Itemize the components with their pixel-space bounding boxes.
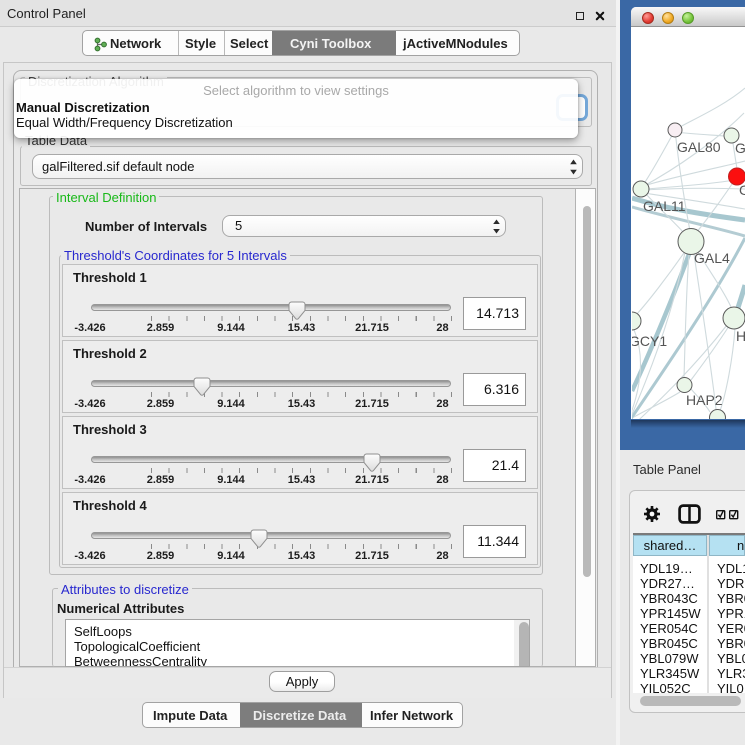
svg-text:GCY1: GCY1 — [632, 333, 667, 349]
svg-text:H: H — [736, 328, 745, 344]
svg-text:HAP2: HAP2 — [686, 392, 723, 408]
svg-text:GA: GA — [735, 140, 745, 156]
svg-text:GAL80: GAL80 — [677, 139, 721, 155]
svg-text:C: C — [739, 182, 745, 198]
svg-text:GAL11: GAL11 — [643, 198, 686, 214]
svg-text:GAL4: GAL4 — [694, 250, 730, 266]
